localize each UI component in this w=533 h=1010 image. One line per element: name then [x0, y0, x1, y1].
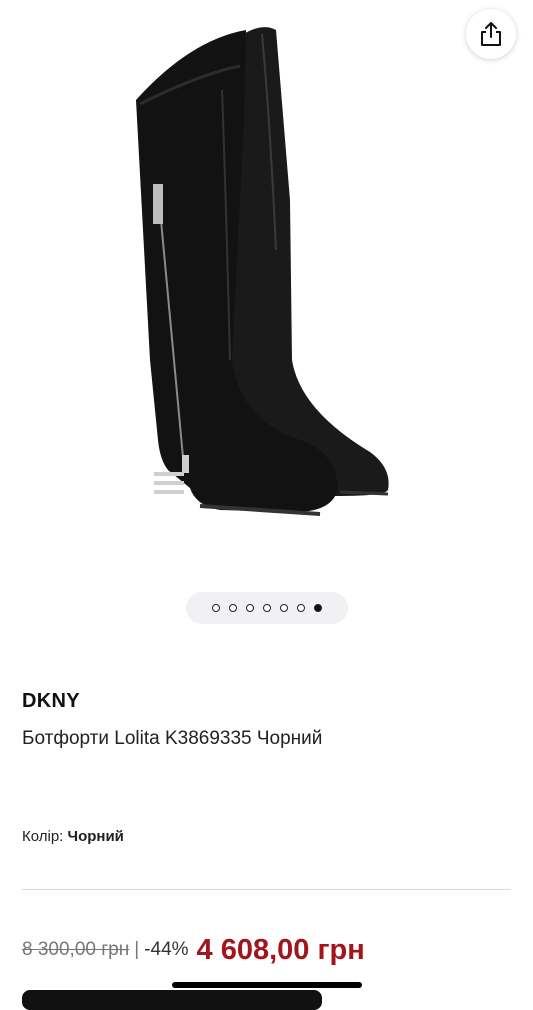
divider: [22, 889, 511, 890]
add-to-cart-button[interactable]: [22, 990, 322, 1010]
home-indicator: [172, 982, 362, 988]
product-title: Ботфорти Lolita K3869335 Чорний: [22, 728, 323, 749]
color-info: Колір: Чорний: [22, 828, 124, 845]
gallery-dot[interactable]: [263, 604, 271, 612]
price-separator: |: [134, 939, 140, 960]
price-row: 8 300,00 грн | -44% 4 608,00 грн: [22, 930, 365, 970]
share-icon: [481, 22, 501, 46]
product-brand[interactable]: DKNY: [22, 690, 80, 713]
gallery-dot[interactable]: [297, 604, 305, 612]
share-button[interactable]: [466, 9, 516, 59]
color-value: Чорний: [67, 828, 124, 845]
discount-badge: -44%: [144, 939, 189, 960]
gallery-dot[interactable]: [212, 604, 220, 612]
gallery-pagination: [186, 592, 348, 624]
old-price: 8 300,00 грн: [22, 939, 130, 960]
gallery-dot[interactable]: [246, 604, 254, 612]
current-price: 4 608,00 грн: [196, 933, 365, 966]
product-image-area[interactable]: [0, 0, 533, 590]
gallery-dot[interactable]: [229, 604, 237, 612]
gallery-dot-active[interactable]: [314, 604, 322, 612]
boot-image: [136, 27, 389, 516]
gallery-dot[interactable]: [280, 604, 288, 612]
color-label: Колір:: [22, 828, 64, 845]
